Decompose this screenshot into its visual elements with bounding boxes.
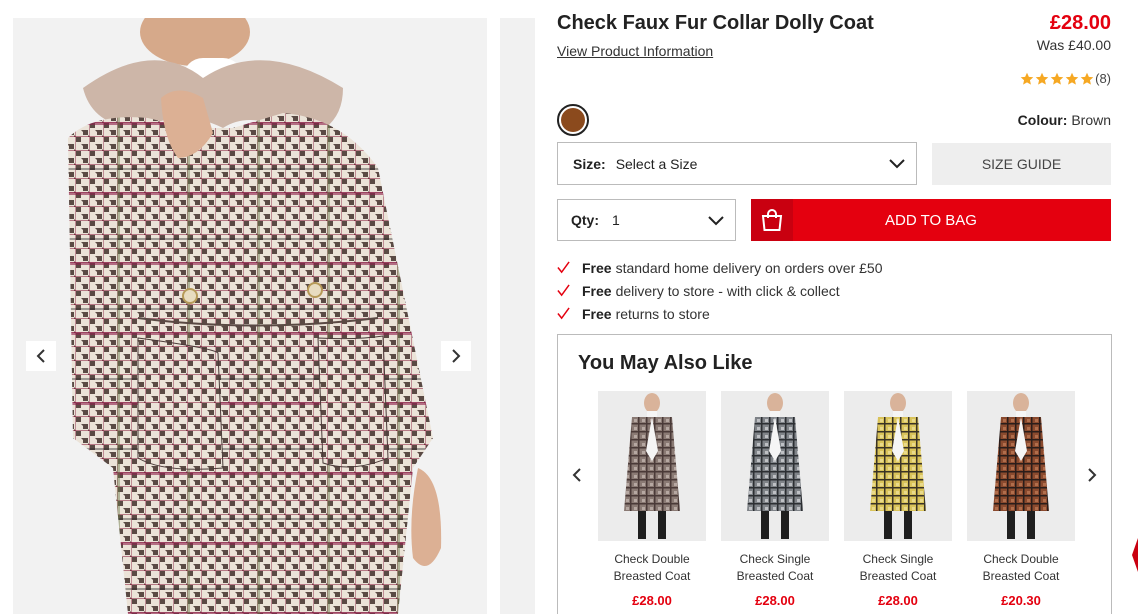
add-to-bag-button[interactable]: ADD TO BAG	[751, 199, 1111, 241]
colour-swatch-brown[interactable]	[557, 104, 589, 136]
was-price: Was £40.00	[1036, 37, 1111, 53]
rec-product-name: Check Single Breasted Coat	[736, 552, 814, 583]
gallery-prev-button[interactable]	[26, 341, 56, 371]
recs-prev-button[interactable]	[567, 465, 587, 485]
rec-product-price: £20.30	[1001, 593, 1041, 608]
product-title: Check Faux Fur Collar Dolly Coat	[557, 12, 874, 34]
rec-product-name: Check Double Breasted Coat	[982, 552, 1060, 583]
size-guide-button[interactable]: SIZE GUIDE	[932, 143, 1111, 185]
benefit-text: delivery to store - with click & collect	[615, 282, 840, 299]
benefit-item: Free delivery to store - with click & col…	[557, 279, 883, 302]
chevron-down-icon	[708, 216, 724, 226]
rec-product-card[interactable]: Check Single Breasted Coat £28.00	[844, 391, 952, 608]
rec-product-card[interactable]: Check Single Breasted Coat £28.00	[721, 391, 829, 608]
product-main-image	[13, 18, 487, 614]
chevron-right-icon	[1088, 468, 1097, 482]
delivery-benefits-list: Free standard home delivery on orders ove…	[557, 256, 883, 325]
size-label: Size:	[573, 155, 606, 172]
rec-product-image	[967, 391, 1075, 541]
check-icon	[557, 307, 570, 320]
rating-stars	[1020, 72, 1094, 86]
product-gallery	[0, 0, 535, 614]
benefit-item: Free standard home delivery on orders ove…	[557, 256, 883, 279]
star-icon	[1050, 72, 1064, 85]
benefit-text: standard home delivery on orders over £5…	[615, 259, 883, 276]
bag-icon-box	[751, 199, 793, 241]
current-price: £28.00	[1049, 12, 1111, 34]
view-product-info-link[interactable]: View Product Information	[557, 43, 713, 59]
size-select[interactable]: Size: Select a Size	[557, 142, 917, 185]
rec-product-name: Check Double Breasted Coat	[613, 552, 691, 583]
chevron-left-icon	[572, 468, 581, 482]
check-icon	[557, 261, 570, 274]
size-value: Select a Size	[615, 155, 698, 172]
rec-product-price: £28.00	[632, 593, 672, 608]
colour-indicator: Colour: Brown	[1018, 112, 1111, 128]
shopping-bag-icon	[761, 209, 783, 231]
colour-label: Colour:	[1017, 112, 1068, 128]
star-icon	[1080, 72, 1094, 85]
recs-title: You May Also Like	[578, 352, 753, 374]
gallery-next-image-peek	[500, 18, 535, 614]
product-rating[interactable]: (8)	[1020, 71, 1111, 86]
rec-product-image	[598, 391, 706, 541]
star-icon	[1020, 72, 1034, 85]
swatch-fill	[561, 108, 585, 132]
qty-label: Qty:	[571, 212, 599, 228]
colour-value: Brown	[1071, 112, 1111, 128]
recs-next-button[interactable]	[1082, 465, 1102, 485]
rec-product-name: Check Single Breasted Coat	[859, 552, 937, 583]
rec-product-image	[721, 391, 829, 541]
review-count: (8)	[1095, 71, 1111, 86]
benefit-strong: Free	[582, 282, 612, 299]
check-icon	[557, 284, 570, 297]
star-icon	[1065, 72, 1079, 85]
chevron-right-icon	[452, 349, 461, 363]
product-page: Check Faux Fur Collar Dolly Coat View Pr…	[0, 0, 1138, 614]
qty-value: 1	[612, 212, 620, 228]
gallery-next-button[interactable]	[441, 341, 471, 371]
rec-product-card[interactable]: Check Double Breasted Coat £28.00	[598, 391, 706, 608]
rec-product-card[interactable]: Check Double Breasted Coat £20.30	[967, 391, 1075, 608]
side-tab-edge	[1132, 538, 1138, 572]
add-to-bag-label: ADD TO BAG	[885, 211, 977, 229]
rec-product-price: £28.00	[878, 593, 918, 608]
benefit-strong: Free	[582, 259, 612, 276]
benefit-item: Free returns to store	[557, 302, 883, 325]
star-icon	[1035, 72, 1049, 85]
chevron-down-icon	[889, 159, 905, 169]
benefit-text: returns to store	[615, 305, 710, 322]
rec-product-image	[844, 391, 952, 541]
you-may-also-like-panel: You May Also Like Check Double Breasted …	[557, 334, 1112, 614]
rec-product-price: £28.00	[755, 593, 795, 608]
chevron-left-icon	[36, 349, 45, 363]
benefit-strong: Free	[582, 305, 612, 322]
quantity-select[interactable]: Qty: 1	[557, 199, 736, 241]
